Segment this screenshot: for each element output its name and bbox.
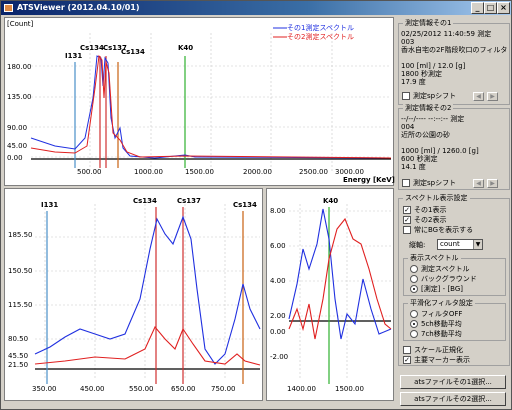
maximize-button[interactable]: □ xyxy=(484,2,497,14)
info2-line: 14.1 度 xyxy=(401,163,426,171)
y-tick: 150.50 xyxy=(8,267,33,275)
info1-line: 香水自宅の2F階段吹口のフィルタ xyxy=(401,46,508,54)
y-tick: 8.00 xyxy=(270,207,286,215)
shift-right-button[interactable]: ▶ xyxy=(487,92,498,101)
info1-title: 測定情報その1 xyxy=(403,18,454,28)
y-tick: 45.50 xyxy=(8,352,29,360)
x-tick: 2000.00 xyxy=(243,168,272,176)
y-tick: 0.00 xyxy=(270,328,286,336)
marker-label-cs137: Cs137 xyxy=(177,197,201,205)
always-bg-checkbox[interactable]: 常にBGを表示する xyxy=(403,226,473,235)
marker-label-cs134-2: Cs134 xyxy=(233,201,257,209)
smoothing-radio-7ch[interactable]: 7ch移動平均 xyxy=(410,330,462,339)
x-tick: 750.00 xyxy=(211,385,236,393)
info2-line: 近所の公園の砂 xyxy=(401,131,450,139)
info2-line: 004 xyxy=(401,123,415,131)
axis-select[interactable]: count ▼ xyxy=(437,239,483,250)
marker-label-k40: K40 xyxy=(178,44,194,52)
legend-item-1: その1測定スペクトル xyxy=(287,24,354,32)
info2-line: 600 秒測定 xyxy=(401,155,438,163)
axis-label: 縦軸: xyxy=(409,241,426,249)
y-tick: -2.00 xyxy=(270,353,289,361)
major-marker-checkbox[interactable]: ✓ 主要マーカー表示 xyxy=(403,356,470,365)
y-tick: 45.00 xyxy=(7,142,28,150)
chevron-down-icon: ▼ xyxy=(473,240,482,249)
info2-shift-checkbox[interactable]: 測定spシフト xyxy=(402,179,456,188)
shift-left-button[interactable]: ◀ xyxy=(473,179,484,188)
spectrum-radio-background[interactable]: バックグラウンド xyxy=(410,275,477,284)
smoothing-group-title: 平滑化フィルタ設定 xyxy=(408,298,475,308)
shift-left-button[interactable]: ◀ xyxy=(473,92,484,101)
display-settings-title: スペクトル表示設定 xyxy=(403,193,470,203)
y-tick: 0.00 xyxy=(7,154,23,162)
x-tick: 1400.00 xyxy=(287,385,316,393)
marker-label-cs134: Cs134 xyxy=(80,44,104,52)
spectrum-group-title: 表示スペクトル xyxy=(408,253,461,263)
info1-line: 02/25/2012 11:40:59 測定 xyxy=(401,30,492,38)
smoothing-group: 平滑化フィルタ設定 フィルタOFF 5ch移動平均 7ch移動平均 xyxy=(403,298,506,341)
close-button[interactable]: × xyxy=(497,2,510,14)
y-tick: 180.00 xyxy=(7,63,32,71)
zoom-k40-chart[interactable]: 8.00 6.00 4.00 2.00 0.00 -2.00 1400.00 1… xyxy=(266,188,394,401)
x-tick: 1500.00 xyxy=(335,385,364,393)
select-file1-button[interactable]: atsファイルその1選択... xyxy=(400,375,506,389)
smoothing-radio-5ch[interactable]: 5ch移動平均 xyxy=(410,320,462,329)
y-axis-label: [Count] xyxy=(7,20,34,28)
y-tick: 115.50 xyxy=(8,301,33,309)
app-window: ATSViewer (2012.04.10/01) _ □ × [Count] … xyxy=(0,0,512,410)
info2-line: 1000 [ml] / 1260.0 [g] xyxy=(401,147,479,155)
info2-group: 測定情報その2 --/--/---- --:--:-- 測定 004 近所の公園… xyxy=(398,103,510,190)
title-bar: ATSViewer (2012.04.10/01) _ □ × xyxy=(1,1,511,15)
spectrum-radio-diff[interactable]: [測定] - [BG] xyxy=(410,285,463,294)
window-title: ATSViewer (2012.04.10/01) xyxy=(17,3,140,12)
x-tick: 1500.00 xyxy=(185,168,214,176)
info2-title: 測定情報その2 xyxy=(403,103,454,113)
y-tick: 90.00 xyxy=(7,124,28,132)
minimize-button[interactable]: _ xyxy=(471,2,484,14)
y-tick: 2.00 xyxy=(270,312,286,320)
info2-line: --/--/---- --:--:-- 測定 xyxy=(401,115,465,123)
marker-label-i131: I131 xyxy=(41,201,59,209)
smoothing-radio-off[interactable]: フィルタOFF xyxy=(410,310,462,319)
marker-label-cs134-2: Cs134 xyxy=(121,48,145,56)
x-tick: 1000.00 xyxy=(134,168,163,176)
select-file2-button[interactable]: atsファイルその2選択... xyxy=(400,392,506,406)
x-tick: 450.00 xyxy=(80,385,105,393)
marker-label-cs134: Cs134 xyxy=(133,197,157,205)
info1-line: 1800 秒測定 xyxy=(401,70,443,78)
x-tick: 650.00 xyxy=(171,385,196,393)
info1-shift-checkbox[interactable]: 測定spシフト xyxy=(402,92,456,101)
y-tick: 80.50 xyxy=(8,335,29,343)
info1-line: 003 xyxy=(401,38,415,46)
show1-checkbox[interactable]: ✓ その1表示 xyxy=(403,206,446,215)
y-tick: 6.00 xyxy=(270,242,286,250)
y-tick: 135.00 xyxy=(7,93,32,101)
scale-normalize-checkbox[interactable]: スケール正規化 xyxy=(403,346,463,355)
x-tick: 2500.00 xyxy=(299,168,328,176)
shift-right-button[interactable]: ▶ xyxy=(487,179,498,188)
spectrum-group: 表示スペクトル 測定スペクトル バックグラウンド [測定] - [BG] xyxy=(403,253,506,296)
x-tick: 350.00 xyxy=(32,385,57,393)
zoom-low-energy-chart[interactable]: 185.50 150.50 115.50 80.50 45.50 21.50 3… xyxy=(4,188,263,401)
info1-line: 17.9 度 xyxy=(401,78,426,86)
y-tick: 185.50 xyxy=(8,231,33,239)
legend-item-2: その2測定スペクトル xyxy=(287,33,354,41)
x-axis-label: Energy [KeV] xyxy=(343,176,395,184)
x-tick: 550.00 xyxy=(129,385,154,393)
x-tick: 500.00 xyxy=(77,168,102,176)
y-tick: 4.00 xyxy=(270,277,286,285)
show2-checkbox[interactable]: ✓ その2表示 xyxy=(403,216,446,225)
marker-label-k40: K40 xyxy=(323,197,339,205)
app-icon xyxy=(4,4,13,12)
marker-label-i131: I131 xyxy=(65,52,83,60)
spectrum-radio-measured[interactable]: 測定スペクトル xyxy=(410,265,470,274)
full-spectrum-chart[interactable]: [Count] 180.00 135.00 90.00 45.00 0.00 5… xyxy=(4,17,395,186)
y-tick: 21.50 xyxy=(8,361,29,369)
info1-group: 測定情報その1 02/25/2012 11:40:59 測定 003 香水自宅の… xyxy=(398,18,510,105)
info1-line: 100 [ml] / 12.0 [g] xyxy=(401,62,466,70)
display-settings-group: スペクトル表示設定 ✓ その1表示 ✓ その2表示 常にBGを表示する 縦軸: co… xyxy=(398,193,510,366)
x-tick: 3000.00 xyxy=(335,168,364,176)
